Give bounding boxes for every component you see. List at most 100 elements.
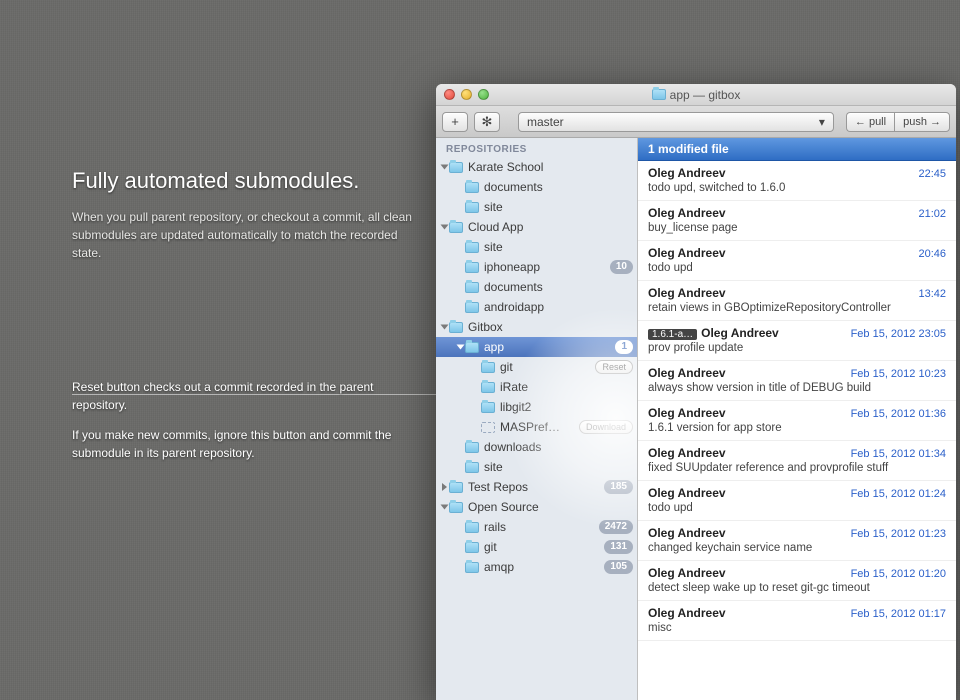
sidebar-item-label: iRate <box>500 380 637 394</box>
commit-author: Oleg Andreev <box>648 206 726 220</box>
folder-placeholder-icon <box>481 422 495 433</box>
commit-row[interactable]: Oleg Andreev13:42retain views in GBOptim… <box>638 281 956 321</box>
commit-author: Oleg Andreev <box>648 526 726 540</box>
sidebar-item-maspref-[interactable]: MASPref…Download <box>436 417 637 437</box>
sidebar-item-label: androidapp <box>484 300 637 314</box>
download-button[interactable]: Download <box>579 420 633 434</box>
folder-icon <box>465 542 479 553</box>
folder-icon <box>449 502 463 513</box>
commit-time: 13:42 <box>918 288 946 300</box>
zoom-icon[interactable] <box>478 89 489 100</box>
sidebar-header: REPOSITORIES <box>436 138 637 157</box>
disclosure-icon[interactable] <box>441 165 449 170</box>
disclosure-icon[interactable] <box>441 325 449 330</box>
commit-message: prov profile update <box>648 342 946 354</box>
sidebar-item-site[interactable]: site <box>436 197 637 217</box>
folder-icon <box>465 522 479 533</box>
count-badge: 10 <box>610 260 633 274</box>
commit-time: Feb 15, 2012 01:34 <box>851 448 946 460</box>
folder-icon <box>465 202 479 213</box>
sidebar-item-karate-school[interactable]: Karate School <box>436 157 637 177</box>
count-badge: 1 <box>615 340 633 354</box>
commit-author: Oleg Andreev <box>701 326 779 340</box>
commit-message: misc <box>648 622 946 634</box>
disclosure-icon[interactable] <box>441 225 449 230</box>
folder-icon <box>449 482 463 493</box>
commit-list[interactable]: 1 modified file Oleg Andreev22:45todo up… <box>638 138 956 700</box>
sidebar-item-label: site <box>484 200 637 214</box>
folder-icon <box>465 302 479 313</box>
sidebar-item-amqp[interactable]: amqp105 <box>436 557 637 577</box>
sidebar-item-gitbox[interactable]: Gitbox <box>436 317 637 337</box>
folder-icon <box>481 402 495 413</box>
sidebar-item-label: rails <box>484 520 595 534</box>
pull-button[interactable]: ← pull <box>846 112 894 132</box>
sidebar-item-site[interactable]: site <box>436 457 637 477</box>
add-button[interactable]: + <box>442 112 468 132</box>
close-icon[interactable] <box>444 89 455 100</box>
sidebar-item-label: Karate School <box>468 160 637 174</box>
count-badge: 2472 <box>599 520 633 534</box>
sidebar-item-site[interactable]: site <box>436 237 637 257</box>
commit-row[interactable]: Oleg Andreev Feb 15, 2012 01:34 fixed SUUp… <box>638 441 956 481</box>
marketing-copy: Fully automated submodules. When you pul… <box>72 168 420 262</box>
sidebar-item-documents[interactable]: documents <box>436 177 637 197</box>
sidebar-item-open-source[interactable]: Open Source <box>436 497 637 517</box>
disclosure-icon[interactable] <box>441 505 449 510</box>
sidebar-item-label: Cloud App <box>468 220 637 234</box>
commit-row[interactable]: Oleg AndreevFeb 15, 2012 01:361.6.1 vers… <box>638 401 956 441</box>
commit-time: 21:02 <box>918 208 946 220</box>
commit-message: todo upd <box>648 502 946 514</box>
folder-icon <box>465 462 479 473</box>
minimize-icon[interactable] <box>461 89 472 100</box>
commit-row[interactable]: Oleg AndreevFeb 15, 2012 10:23always sho… <box>638 361 956 401</box>
commit-time: 22:45 <box>918 168 946 180</box>
disclosure-icon[interactable] <box>442 483 447 491</box>
folder-icon <box>465 242 479 253</box>
settings-button[interactable]: ✻ <box>474 112 500 132</box>
commit-time: Feb 15, 2012 01:24 <box>851 488 946 500</box>
headline: Fully automated submodules. <box>72 168 420 194</box>
commit-time: Feb 15, 2012 01:36 <box>851 408 946 420</box>
reset-button[interactable]: Reset <box>595 360 633 374</box>
sidebar-item-label: amqp <box>484 560 600 574</box>
sidebar-item-app[interactable]: app1 <box>436 337 637 357</box>
commit-time: Feb 15, 2012 23:05 <box>851 328 946 340</box>
disclosure-icon[interactable] <box>457 345 465 350</box>
sidebar-item-git[interactable]: gitReset <box>436 357 637 377</box>
sidebar-item-documents[interactable]: documents <box>436 277 637 297</box>
sidebar-item-downloads[interactable]: downloads <box>436 437 637 457</box>
app-window: app — gitbox + ✻ master ▾ ← pull push → … <box>436 84 956 700</box>
commit-message: retain views in GBOptimizeRepositoryCont… <box>648 302 946 314</box>
sidebar-item-label: git <box>484 540 600 554</box>
sidebar-item-git[interactable]: git131 <box>436 537 637 557</box>
folder-icon <box>465 282 479 293</box>
commit-row[interactable]: Oleg AndreevFeb 15, 2012 01:24todo upd <box>638 481 956 521</box>
sidebar-item-iphoneapp[interactable]: iphoneapp10 <box>436 257 637 277</box>
commit-message: detect sleep wake up to reset git-gc tim… <box>648 582 946 594</box>
commit-author: Oleg Andreev <box>648 446 726 460</box>
commit-row[interactable]: Oleg Andreev20:46todo upd <box>638 241 956 281</box>
sidebar-item-cloud-app[interactable]: Cloud App <box>436 217 637 237</box>
sidebar[interactable]: REPOSITORIES Karate School documents site C… <box>436 138 638 700</box>
commit-row[interactable]: Oleg AndreevFeb 15, 2012 01:17misc <box>638 601 956 641</box>
push-button[interactable]: push → <box>894 112 950 132</box>
commit-message: fixed SUUpdater reference and provprofil… <box>648 462 946 474</box>
commit-row[interactable]: Oleg Andreev Feb 15, 2012 01:20 detect sle… <box>638 561 956 601</box>
folder-icon <box>465 342 479 353</box>
commit-time: Feb 15, 2012 01:20 <box>851 568 946 580</box>
folder-icon <box>481 382 495 393</box>
commit-author: Oleg Andreev <box>648 566 726 580</box>
sidebar-item-androidapp[interactable]: androidapp <box>436 297 637 317</box>
folder-icon <box>465 262 479 273</box>
titlebar[interactable]: app — gitbox <box>436 84 956 106</box>
branch-dropdown[interactable]: master ▾ <box>518 112 834 132</box>
sidebar-item-libgit2[interactable]: libgit2 <box>436 397 637 417</box>
commit-row[interactable]: Oleg Andreev22:45todo upd, switched to 1… <box>638 161 956 201</box>
commit-row[interactable]: 1.6.1-a…Oleg AndreevFeb 15, 2012 23:05pr… <box>638 321 956 361</box>
sidebar-item-test-repos[interactable]: Test Repos185 <box>436 477 637 497</box>
sidebar-item-irate[interactable]: iRate <box>436 377 637 397</box>
commit-row[interactable]: Oleg Andreev21:02buy_license page <box>638 201 956 241</box>
sidebar-item-rails[interactable]: rails 2472 <box>436 517 637 537</box>
commit-row[interactable]: Oleg AndreevFeb 15, 2012 01:23changed ke… <box>638 521 956 561</box>
